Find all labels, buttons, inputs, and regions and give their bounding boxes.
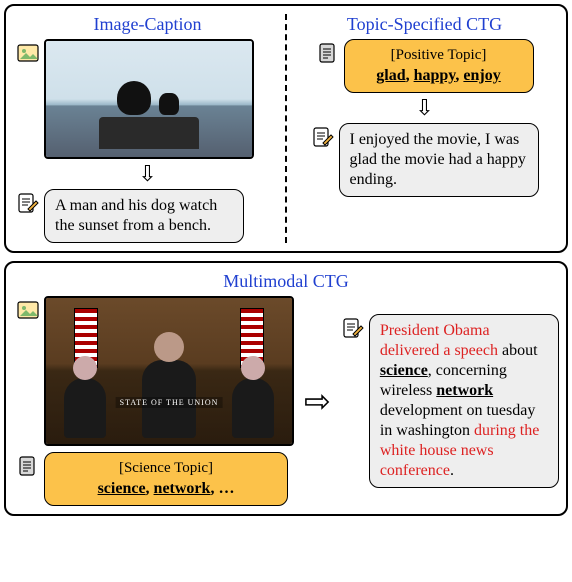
topic-word: network xyxy=(154,480,211,497)
topic-word: glad xyxy=(376,67,405,84)
image-caption-output-row: A man and his dog watch the sunset from … xyxy=(16,189,279,243)
image-caption-output: A man and his dog watch the sunset from … xyxy=(44,189,244,243)
write-icon xyxy=(341,316,365,340)
multimodal-topic-box: [Science Topic] science, network, … xyxy=(44,452,288,506)
topic-ctg-title: Topic-Specified CTG xyxy=(347,14,502,35)
topic-ctg-output: I enjoyed the movie, I was glad the movi… xyxy=(339,123,539,197)
multimodal-topic-words: science, network, … xyxy=(55,479,277,500)
write-icon xyxy=(311,125,335,149)
topic-word: science xyxy=(98,480,146,497)
topic-ctg-topic-box: [Positive Topic] glad, happy, enjoy xyxy=(344,39,534,93)
output-keyword: network xyxy=(436,382,493,399)
arrow-down-icon: ⇩ xyxy=(415,97,433,119)
picture-icon xyxy=(16,41,40,65)
multimodal-topic-label: [Science Topic] xyxy=(55,459,277,479)
topic-ctg-topic-label: [Positive Topic] xyxy=(355,46,523,66)
multimodal-topic-row: [Science Topic] science, network, … xyxy=(16,452,294,506)
arrow-right-icon: ⇨ xyxy=(304,385,331,417)
vertical-divider xyxy=(285,14,287,243)
topic-ctg-topic-row: [Positive Topic] glad, happy, enjoy xyxy=(293,39,556,93)
multimodal-content: STATE OF THE UNION [Science Topic] scien… xyxy=(16,296,556,506)
image-caption-photo-row xyxy=(16,39,279,159)
topic-word: enjoy xyxy=(463,67,500,84)
write-icon xyxy=(16,191,40,215)
multimodal-left-stack: STATE OF THE UNION [Science Topic] scien… xyxy=(16,296,294,506)
photo-caption-strip: STATE OF THE UNION xyxy=(116,397,223,408)
multimodal-output-row: President Obama delivered a speech about… xyxy=(341,314,559,488)
output-red-span: President Obama delivered a speech xyxy=(380,322,498,359)
bottom-panel: Multimodal CTG STATE OF THE UNION xyxy=(4,261,568,516)
topic-word: happy xyxy=(414,67,456,84)
multimodal-photo-row: STATE OF THE UNION xyxy=(16,296,294,446)
multimodal-output: President Obama delivered a speech about… xyxy=(369,314,559,488)
document-icon xyxy=(16,454,40,478)
output-keyword: science xyxy=(380,362,428,379)
picture-icon xyxy=(16,298,40,322)
multimodal-photo: STATE OF THE UNION xyxy=(44,296,294,446)
topic-ctg-column: Topic-Specified CTG [Positive Topic] gla… xyxy=(293,14,556,243)
arrow-down-icon: ⇩ xyxy=(138,163,156,185)
top-panel: Image-Caption ⇩ A man and his dog watch … xyxy=(4,4,568,253)
topic-ctg-output-row: I enjoyed the movie, I was glad the movi… xyxy=(293,123,556,197)
topic-ctg-topic-words: glad, happy, enjoy xyxy=(355,66,523,87)
image-caption-title: Image-Caption xyxy=(94,14,202,35)
document-icon xyxy=(316,41,340,65)
image-caption-column: Image-Caption ⇩ A man and his dog watch … xyxy=(16,14,279,243)
image-caption-photo xyxy=(44,39,254,159)
multimodal-title: Multimodal CTG xyxy=(16,271,556,292)
